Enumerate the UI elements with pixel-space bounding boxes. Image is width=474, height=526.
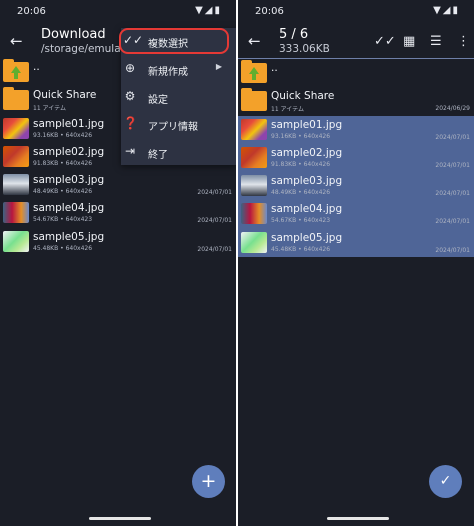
image-thumbnail (241, 146, 267, 168)
file-meta: 54.67KB • 640x423 (33, 216, 93, 224)
file-meta: 48.49KB • 640x426 (271, 189, 331, 197)
selection-size: 333.06KB (279, 43, 330, 55)
status-time: 20:06 (17, 6, 46, 17)
list-item-selected[interactable]: sample01.jpg 93.16KB • 640x426 2024/07/0… (238, 115, 474, 144)
file-name: Quick Share (271, 90, 335, 103)
file-name: .. (271, 62, 278, 74)
image-thumbnail (3, 145, 29, 167)
page-title: Download (41, 27, 106, 42)
list-item-selected[interactable]: sample02.jpg 91.83KB • 640x426 2024/07/0… (238, 143, 474, 173)
app-bar: ← 5 / 6 333.06KB ✓✓ ▦ ☰ ⋮ (238, 24, 474, 60)
up-arrow-icon (11, 66, 21, 79)
file-date: 2024/07/01 (435, 246, 470, 254)
file-date: 2024/06/29 (435, 105, 470, 113)
file-date: 2024/07/01 (435, 218, 470, 226)
file-name: .. (33, 61, 40, 73)
help-icon: ❓ (123, 116, 138, 130)
menu-item-exit[interactable]: ⇥ 終了 (121, 139, 236, 166)
image-thumbnail (241, 118, 267, 140)
parent-folder-icon (3, 59, 29, 82)
gear-icon: ⚙ (124, 89, 136, 103)
exit-icon: ⇥ (124, 144, 136, 158)
file-meta: 45.48KB • 640x426 (271, 245, 331, 253)
list-item-selected[interactable]: sample05.jpg 45.48KB • 640x426 2024/07/0… (238, 228, 474, 258)
file-name: sample02.jpg (33, 145, 105, 158)
file-date: 2024/07/01 (435, 190, 470, 198)
file-meta: 93.16KB • 640x426 (33, 131, 93, 139)
submenu-arrow-icon: ▶ (215, 62, 222, 71)
file-name: sample03.jpg (33, 174, 105, 187)
file-name: sample04.jpg (271, 203, 343, 216)
file-meta: 54.67KB • 640x423 (271, 217, 331, 225)
list-item-folder[interactable]: Quick Share 11 アイテム 2024/06/29 (238, 87, 474, 115)
selection-count: 5 / 6 (279, 27, 309, 42)
image-thumbnail (3, 117, 29, 139)
list-item[interactable]: sample03.jpg 48.49KB • 640x426 2024/07/0… (0, 171, 236, 199)
gesture-nav-bar[interactable] (327, 517, 389, 520)
grid-view-icon[interactable]: ▦ (403, 34, 415, 49)
up-arrow-icon (249, 67, 259, 80)
status-icons: ▼◢▮ (195, 5, 222, 16)
right-screen: 20:06 ▼◢▮ ← 5 / 6 333.06KB ✓✓ ▦ ☰ ⋮ .. Q… (238, 0, 474, 526)
file-meta: 48.49KB • 640x426 (33, 188, 93, 196)
image-thumbnail (3, 174, 29, 196)
file-name: sample03.jpg (271, 175, 343, 188)
menu-item-settings[interactable]: ⚙ 設定 (121, 84, 236, 111)
image-thumbnail (3, 230, 29, 252)
back-arrow-icon[interactable]: ← (248, 33, 264, 49)
file-name: sample01.jpg (33, 117, 105, 130)
file-meta: 91.83KB • 640x426 (33, 159, 93, 167)
file-date: 2024/07/01 (197, 217, 232, 225)
image-thumbnail (241, 203, 267, 225)
file-date: 2024/07/01 (197, 189, 232, 197)
file-date: 2024/07/01 (197, 245, 232, 253)
file-date: 2024/07/01 (435, 133, 470, 141)
menu-item-app-info[interactable]: ❓ アプリ情報 (121, 111, 236, 138)
more-options-icon[interactable]: ⋮ (457, 34, 470, 49)
file-meta: 91.83KB • 640x426 (271, 160, 331, 168)
status-time: 20:06 (255, 6, 284, 17)
file-date: 2024/07/01 (435, 161, 470, 169)
list-item-parent[interactable]: .. (238, 59, 474, 87)
folder-icon (3, 87, 29, 111)
file-meta: 45.48KB • 640x426 (33, 244, 93, 252)
image-thumbnail (3, 202, 29, 224)
status-bar: 20:06 ▼◢▮ (0, 0, 236, 24)
folder-icon (241, 88, 267, 112)
confirm-fab-button[interactable]: ✓ (429, 465, 462, 498)
menu-item-label: 設定 (148, 95, 168, 106)
menu-item-new[interactable]: ⊕ 新規作成 ▶ (121, 56, 236, 83)
file-meta: 11 アイテム (33, 105, 66, 113)
gesture-nav-bar[interactable] (89, 517, 151, 520)
file-name: sample01.jpg (271, 118, 343, 131)
status-bar: 20:06 ▼◢▮ (238, 0, 474, 24)
add-circle-icon: ⊕ (124, 61, 136, 75)
add-fab-button[interactable]: + (192, 465, 225, 498)
file-name: sample05.jpg (33, 230, 105, 243)
file-name: sample02.jpg (271, 146, 343, 159)
status-icons: ▼◢▮ (433, 5, 460, 16)
file-name: sample05.jpg (271, 231, 343, 244)
parent-folder-icon (241, 60, 267, 83)
file-list: .. Quick Share 11 アイテム 2024/06/29 sample… (238, 58, 474, 258)
image-thumbnail (241, 175, 267, 197)
menu-item-label: アプリ情報 (148, 122, 198, 133)
image-thumbnail (241, 231, 267, 253)
highlight-annotation (119, 28, 229, 54)
file-meta: 11 アイテム (271, 106, 304, 114)
list-item[interactable]: sample05.jpg 45.48KB • 640x426 2024/07/0… (0, 228, 236, 256)
file-name: Quick Share (33, 89, 97, 102)
list-item-selected[interactable]: sample03.jpg 48.49KB • 640x426 2024/07/0… (238, 172, 474, 201)
select-all-icon[interactable]: ✓✓ (374, 34, 396, 49)
left-screen: 20:06 ▼◢▮ ← Download /storage/emulated/ … (0, 0, 236, 526)
menu-item-label: 新規作成 (148, 67, 188, 78)
list-view-icon[interactable]: ☰ (430, 34, 442, 49)
list-item-selected[interactable]: sample04.jpg 54.67KB • 640x423 2024/07/0… (238, 200, 474, 229)
file-name: sample04.jpg (33, 202, 105, 215)
back-arrow-icon[interactable]: ← (10, 33, 26, 49)
menu-item-label: 終了 (148, 150, 168, 161)
list-item[interactable]: sample04.jpg 54.67KB • 640x423 2024/07/0… (0, 199, 236, 227)
file-meta: 93.16KB • 640x426 (271, 132, 331, 140)
